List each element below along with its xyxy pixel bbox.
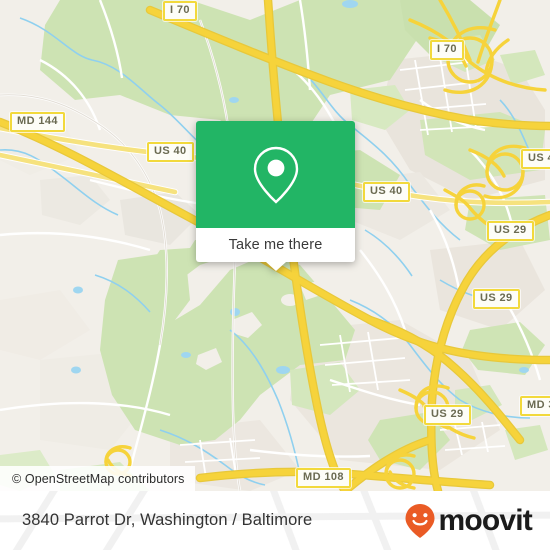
road-shield-us40-edge[interactable]: US 4 [521, 149, 550, 169]
address-label: 3840 Parrot Dr, Washington / Baltimore [22, 511, 313, 529]
take-me-there-popup[interactable]: Take me there [196, 121, 355, 271]
moovit-brand[interactable]: moovit [404, 491, 533, 550]
map-canvas[interactable]: I 70 I 70 MD 144 US 40 US 40 US 4 US 29 … [0, 0, 550, 491]
popup-label-area[interactable]: Take me there [196, 228, 355, 271]
osm-attribution[interactable]: © OpenStreetMap contributors [0, 466, 195, 491]
road-shield-md144[interactable]: MD 144 [10, 112, 65, 132]
road-shield-md108[interactable]: MD 108 [296, 468, 351, 488]
popup-tail [265, 262, 286, 271]
road-shield-us29-upper[interactable]: US 29 [487, 221, 534, 241]
map-pin-icon [253, 146, 298, 204]
road-shield-md3-edge[interactable]: MD 3 [520, 396, 550, 416]
popup-icon-area [196, 121, 355, 228]
moovit-pin-smiley-icon [405, 503, 435, 538]
road-shield-us29-lower[interactable]: US 29 [424, 405, 471, 425]
footer-bar: 3840 Parrot Dr, Washington / Baltimore m… [0, 491, 550, 550]
popup-label: Take me there [228, 237, 323, 253]
road-shield-us40-center[interactable]: US 40 [363, 182, 410, 202]
moovit-wordmark: moovit [438, 503, 532, 537]
road-shield-i70-right[interactable]: I 70 [430, 40, 464, 60]
road-shield-us29-mid[interactable]: US 29 [473, 289, 520, 309]
road-shield-us40-left[interactable]: US 40 [147, 142, 194, 162]
road-shield-i70-top[interactable]: I 70 [163, 1, 197, 21]
screenshot-root: I 70 I 70 MD 144 US 40 US 40 US 4 US 29 … [0, 0, 550, 550]
